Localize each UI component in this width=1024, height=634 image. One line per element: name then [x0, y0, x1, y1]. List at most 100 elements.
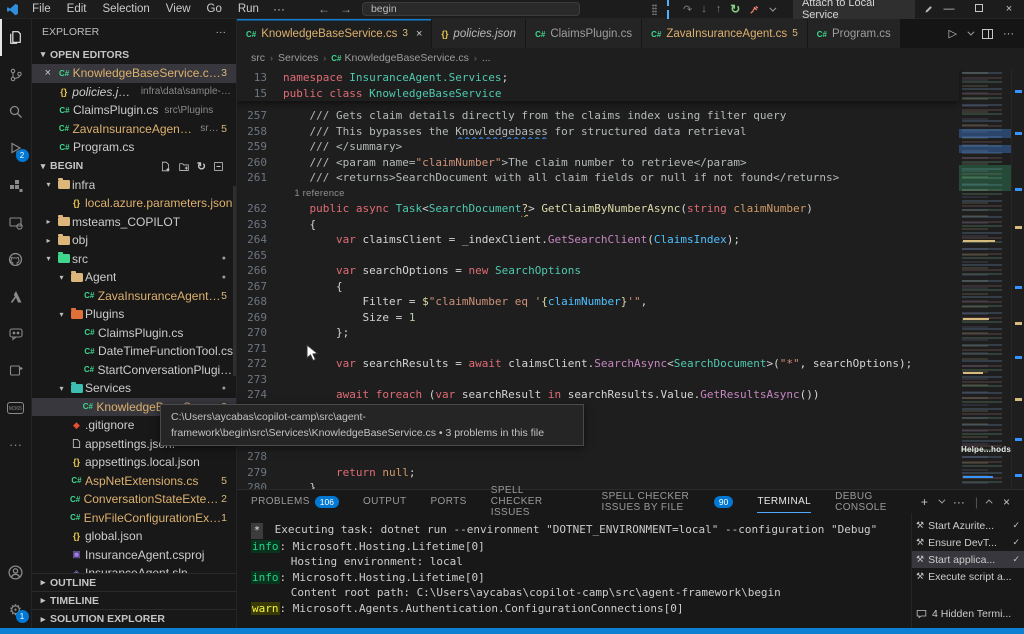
run-dropdown-chevron-icon[interactable] [967, 29, 974, 36]
panel-tab-ports[interactable]: PORTS [430, 490, 466, 513]
tree-item[interactable]: ◈InsuranceAgent.sln [32, 564, 236, 573]
menu-more-button[interactable]: ··· [266, 1, 292, 17]
panel-tab-output[interactable]: OUTPUT [363, 490, 407, 513]
menu-selection[interactable]: Selection [95, 2, 156, 16]
open-editor-item[interactable]: C#ClaimsPlugin.cssrc\Plugins [32, 101, 236, 120]
tree-item[interactable]: ▾src● [32, 250, 236, 269]
close-panel-icon[interactable]: × [1003, 495, 1010, 509]
breadcrumb-item[interactable]: src [251, 52, 265, 64]
open-editor-item[interactable]: {}policies.jsoninfra\data\sample-data [32, 83, 236, 102]
tab-zavainsuranceagent-cs[interactable]: C#ZavaInsuranceAgent.cs5 [642, 19, 808, 48]
activity-explorer-button[interactable] [0, 19, 32, 56]
open-editor-item[interactable]: C#ZavaInsuranceAgent.cssrc...5 [32, 120, 236, 139]
tab-claimsplugin-cs[interactable]: C#ClaimsPlugin.cs [526, 19, 642, 48]
explorer-more-button[interactable]: ··· [216, 26, 227, 38]
nav-forward-icon[interactable]: → [340, 2, 352, 16]
breadcrumb-item[interactable]: Services [278, 52, 318, 64]
restart-icon[interactable]: ↻ [730, 2, 740, 16]
tree-item[interactable]: C#ConversationStateExtensio...2 [32, 490, 236, 509]
tree-item[interactable]: ▾Agent● [32, 268, 236, 287]
tree-item[interactable]: C#EnvFileConfigurationExten...1 [32, 509, 236, 528]
panel-tab-problems[interactable]: PROBLEMS106 [251, 490, 339, 513]
tree-item[interactable]: C#ZavaInsuranceAgent.cs5 [32, 287, 236, 306]
solution-explorer-section[interactable]: ▸ SOLUTION EXPLORER [32, 610, 236, 628]
tree-item[interactable]: ▾infra [32, 176, 236, 195]
new-file-icon[interactable] [160, 161, 171, 172]
tree-item[interactable]: C#ClaimsPlugin.cs [32, 324, 236, 343]
nav-back-icon[interactable]: ← [318, 2, 330, 16]
activity-copilot-chat-button[interactable] [0, 315, 32, 352]
new-terminal-icon[interactable]: + [921, 495, 928, 509]
terminal-list-item[interactable]: ⚒Execute script a... [912, 568, 1024, 585]
disconnect-icon[interactable] [749, 4, 760, 15]
terminal-dropdown-chevron-icon[interactable] [938, 497, 945, 504]
tab-program-cs[interactable]: C#Program.cs [808, 19, 901, 48]
tab-policies-json[interactable]: {}policies.json [432, 19, 526, 48]
maximize-button[interactable] [964, 3, 994, 15]
tree-item[interactable]: {}appsettings.local.json [32, 453, 236, 472]
folder-section-header[interactable]: ▾ BEGIN ↻ [32, 157, 236, 176]
menu-run[interactable]: Run [231, 2, 266, 16]
activity-azure-button[interactable] [0, 278, 32, 315]
minimize-button[interactable]: — [934, 3, 964, 15]
terminal-list-item[interactable]: ⚒Start Azurite...✓ [912, 517, 1024, 534]
panel-tab-spell-checker-issues-by-file[interactable]: SPELL CHECKER ISSUES BY FILE90 [602, 490, 734, 513]
panel-tab-debug-console[interactable]: DEBUG CONSOLE [835, 490, 897, 513]
menu-edit[interactable]: Edit [60, 2, 94, 16]
panel-tab-spell-checker-issues[interactable]: SPELL CHECKER ISSUES [491, 490, 578, 513]
open-editors-header[interactable]: ▾ OPEN EDITORS [32, 45, 236, 64]
hidden-terminals-item[interactable]: 4 Hidden Termi... [912, 608, 1024, 620]
activity-settings-gear-button[interactable]: ⚙1 [0, 591, 32, 628]
activity-source-control-button[interactable] [0, 56, 32, 93]
close-icon[interactable]: × [416, 28, 422, 40]
activity-github-button[interactable] [0, 241, 32, 278]
tree-item[interactable]: C#StartConversationPlugin.cs [32, 361, 236, 380]
activity-more-button[interactable]: ··· [0, 426, 32, 463]
maximize-panel-icon[interactable] [986, 499, 993, 506]
open-editor-item[interactable]: ×C#KnowledgeBaseService.cs...3 [32, 64, 236, 83]
terminal-list-item[interactable]: ⚒Start applica...✓ [912, 551, 1024, 568]
tree-item[interactable]: ▸msteams_COPILOT [32, 213, 236, 232]
breadcrumb-item[interactable]: KnowledgeBaseService.cs [345, 52, 469, 64]
new-folder-icon[interactable] [178, 161, 190, 172]
activity-search-button[interactable] [0, 93, 32, 130]
menu-file[interactable]: File [25, 2, 58, 16]
panel-more-icon[interactable]: ··· [953, 495, 965, 509]
terminal-list-item[interactable]: ⚒Ensure DevT...✓ [912, 534, 1024, 551]
step-out-icon[interactable]: ↑ [716, 3, 722, 15]
activity-m365-button[interactable]: M365 [0, 389, 32, 426]
pencil-icon[interactable] [924, 4, 934, 14]
run-file-button[interactable]: ▷ [949, 27, 957, 40]
menu-view[interactable]: View [159, 2, 198, 16]
debug-dropdown-chevron-icon[interactable] [770, 4, 777, 11]
step-into-icon[interactable]: ↓ [701, 3, 707, 15]
tree-item[interactable]: {}global.json [32, 527, 236, 546]
drag-grip-icon[interactable] [652, 4, 657, 15]
step-over-icon[interactable]: ↷ [683, 3, 692, 16]
activity-run-debug-button[interactable]: 2 [0, 130, 32, 167]
editor-more-button[interactable]: ··· [1003, 28, 1014, 40]
outline-section[interactable]: ▸ OUTLINE [32, 574, 236, 592]
refresh-icon[interactable]: ↻ [197, 160, 206, 173]
tab-knowledgebaseservice-cs[interactable]: C#KnowledgeBaseService.cs3× [237, 19, 432, 48]
breadcrumb-item[interactable]: ... [482, 52, 491, 64]
tree-item[interactable]: ▾Services● [32, 379, 236, 398]
activity-account-button[interactable] [0, 554, 32, 591]
close-button[interactable]: × [994, 3, 1024, 15]
tree-item[interactable]: ▣InsuranceAgent.csproj [32, 546, 236, 565]
close-icon[interactable]: × [40, 67, 56, 79]
menu-go[interactable]: Go [200, 2, 229, 16]
minimap[interactable]: Helpe...hods [959, 68, 1011, 489]
tree-item[interactable]: C#DateTimeFunctionTool.cs [32, 342, 236, 361]
activity-remote-explorer-button[interactable] [0, 204, 32, 241]
activity-extensions-button[interactable] [0, 167, 32, 204]
panel-tab-terminal[interactable]: TERMINAL [757, 490, 811, 513]
tree-item[interactable]: ▸obj [32, 231, 236, 250]
activity-new-project-button[interactable] [0, 352, 32, 389]
sidebar-scrollbar[interactable] [233, 186, 236, 376]
tree-item[interactable]: {}local.azure.parameters.json [32, 194, 236, 213]
tree-item[interactable]: C#AspNetExtensions.cs5 [32, 472, 236, 491]
timeline-section[interactable]: ▸ TIMELINE [32, 592, 236, 610]
terminal-output[interactable]: * Executing task: dotnet run --environme… [237, 513, 911, 628]
split-editor-icon[interactable] [982, 29, 993, 39]
